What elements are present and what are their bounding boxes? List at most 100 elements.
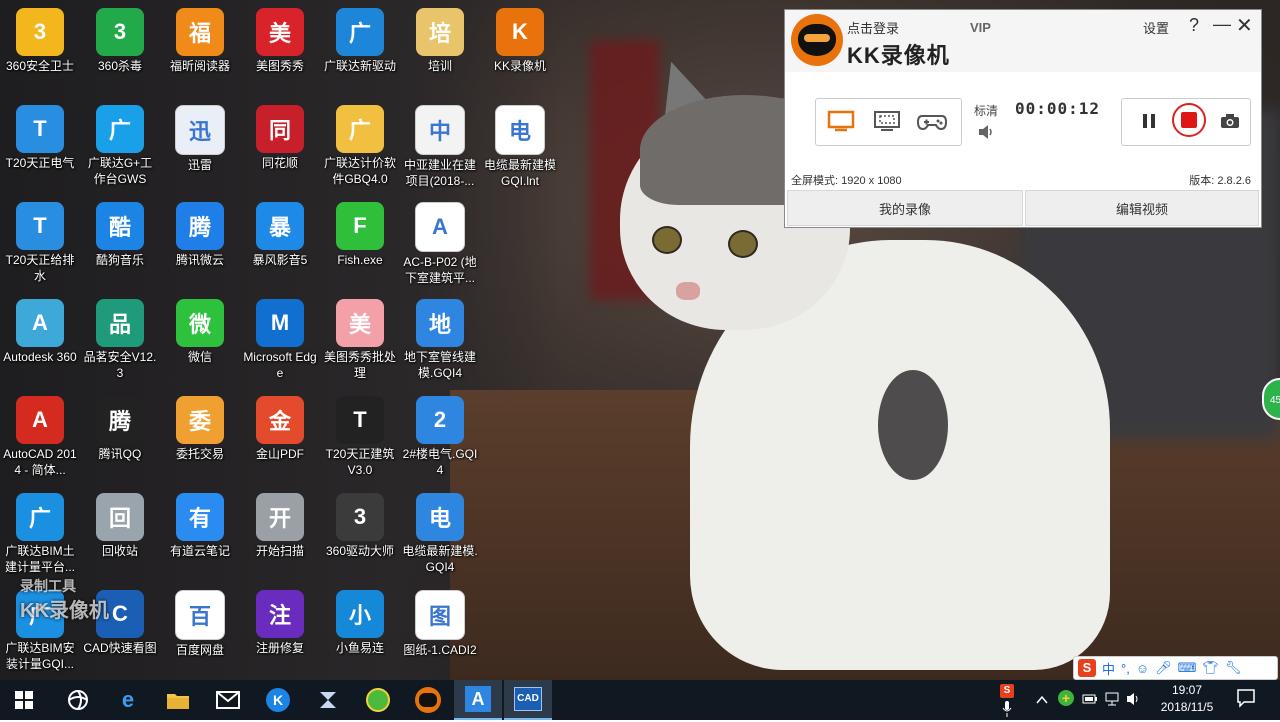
youdao-note-icon: 有 [176, 493, 224, 541]
desktop-icon[interactable]: 百百度网盘 [160, 582, 240, 658]
desktop-icon[interactable]: 中中亚建业在建项目(2018-... [400, 97, 480, 189]
stop-record-button[interactable] [1172, 103, 1206, 137]
file-explorer-icon[interactable] [154, 680, 202, 720]
desktop-icon[interactable]: 电电缆最新建模.GQI4 [400, 485, 480, 575]
desktop-icon[interactable]: T T20天正建筑V3.0 [320, 388, 400, 478]
sogou-tray-icon[interactable]: S [1000, 684, 1014, 698]
desktop-icon[interactable]: 2 2#楼电气.GQI4 [400, 388, 480, 478]
desktop-icon[interactable]: 电电缆最新建模GQI.lnt [480, 97, 560, 189]
emoji-icon[interactable]: ☺ [1136, 661, 1149, 676]
volume-icon[interactable] [977, 124, 995, 145]
desktop-icon[interactable]: 广广联达BIM土建计量平台... [0, 485, 80, 575]
game-mode-icon[interactable] [916, 109, 948, 133]
desktop-icon[interactable]: F Fish.exe [320, 194, 400, 268]
quality-selector[interactable]: 标清 [974, 102, 998, 119]
volume-tray-icon[interactable] [1126, 692, 1142, 711]
minimize-button[interactable]: — [1213, 14, 1231, 35]
360-browser-icon[interactable] [354, 680, 402, 720]
desktop-icon-label: 电缆最新建模.GQI4 [402, 544, 478, 574]
system-clock[interactable]: 19:07 2018/11/5 [1146, 682, 1228, 716]
foxit-pdf-icon: 福 [176, 8, 224, 56]
desktop-icon[interactable]: 3 360驱动大师 [320, 485, 400, 559]
desktop-icon[interactable]: 广广联达新驱动 [320, 0, 400, 74]
desktop-icon[interactable]: 3 360安全卫士 [0, 0, 80, 74]
desktop-icon[interactable]: 广广联达G+工作台GWS [80, 97, 160, 187]
desktop-icon[interactable]: 品品茗安全V12.3 [80, 291, 160, 381]
microphone-icon[interactable] [1002, 701, 1012, 722]
desktop-icon-label: 小鱼易连 [335, 641, 384, 655]
desktop-icon[interactable]: A AutoCAD 2014 - 简体... [0, 388, 80, 478]
edge-icon[interactable]: e [104, 680, 152, 720]
desktop-icon[interactable]: K KK录像机 [480, 0, 560, 74]
desktop-icon[interactable]: 委委托交易 [160, 388, 240, 462]
cat-spot [878, 370, 948, 480]
close-button[interactable]: ✕ [1236, 13, 1253, 38]
desktop-icon[interactable]: 腾腾讯QQ [80, 388, 160, 462]
desktop-icon[interactable]: 酷酷狗音乐 [80, 194, 160, 268]
desktop-icon[interactable]: 广广联达计价软件GBQ4.0 [320, 97, 400, 187]
desktop-icon[interactable]: 小小鱼易连 [320, 582, 400, 656]
login-link[interactable]: 点击登录 [847, 18, 899, 37]
desktop-icon[interactable]: 金金山PDF [240, 388, 320, 462]
tray-chevron-icon[interactable] [1036, 692, 1048, 710]
screenshot-camera-icon[interactable] [1220, 113, 1240, 134]
tools-icon[interactable]: 🔧︎ [1225, 660, 1242, 676]
notification-center-icon[interactable] [1236, 688, 1256, 713]
network-icon[interactable] [1104, 692, 1120, 711]
fullscreen-mode-icon[interactable] [826, 109, 858, 133]
desktop-icon[interactable]: 培培训 [400, 0, 480, 74]
sogou-logo-icon[interactable]: S [1078, 659, 1096, 677]
desktop-icon[interactable]: 回回收站 [80, 485, 160, 559]
desktop-icon[interactable]: 迅迅雷 [160, 97, 240, 173]
t20-arch-icon: T [336, 396, 384, 444]
vip-badge[interactable]: VIP [970, 20, 991, 35]
desktop-icon[interactable]: 图图纸-1.CADI2 [400, 582, 480, 658]
settings-button[interactable]: 设置 [1143, 18, 1169, 37]
ime-mode-toggle[interactable]: 中 [1102, 659, 1115, 678]
glodon-gbq-icon: 广 [336, 105, 384, 153]
kk-recorder-icon[interactable] [404, 680, 452, 720]
desktop-icon[interactable]: M Microsoft Edge [240, 291, 320, 381]
xunlei-icon[interactable] [304, 680, 352, 720]
desktop-icon[interactable]: 注注册修复 [240, 582, 320, 656]
skin-icon[interactable]: 👕︎ [1202, 660, 1219, 676]
desktop-icon[interactable]: 开开始扫描 [240, 485, 320, 559]
keyboard-icon[interactable]: ⌨ [1178, 660, 1197, 676]
windows-start-icon[interactable] [0, 680, 48, 720]
360-tray-icon[interactable]: + [1058, 690, 1074, 706]
battery-icon[interactable] [1082, 692, 1098, 710]
task-view-icon[interactable] [54, 680, 102, 720]
desktop-icon[interactable]: A Autodesk 360 [0, 291, 80, 365]
desktop-icon[interactable]: 同同花顺 [240, 97, 320, 171]
desktop-icon-label: 中亚建业在建项目(2018-... [403, 158, 476, 188]
desktop-icon-label: T20天正给排水 [5, 253, 75, 283]
desktop-icon[interactable]: 美美图秀秀 [240, 0, 320, 74]
help-button[interactable]: ? [1189, 15, 1199, 36]
desktop-icon-label: 暴风影音5 [252, 253, 308, 267]
desktop-icon[interactable]: 有有道云笔记 [160, 485, 240, 559]
desktop-icon[interactable]: 福福昕阅读器 [160, 0, 240, 74]
ime-toolbar[interactable]: S 中 °, ☺ 🎤︎ ⌨ 👕︎ 🔧︎ [1073, 656, 1278, 680]
desktop-icon-label: KK录像机 [493, 59, 546, 73]
cad-viewer-icon[interactable]: CAD [504, 680, 552, 720]
desktop-icon[interactable]: 腾腾讯微云 [160, 194, 240, 268]
desktop-icon[interactable]: T T20天正给排水 [0, 194, 80, 284]
baidu-pan-icon: 百 [175, 590, 225, 640]
punctuation-icon[interactable]: °, [1121, 661, 1130, 676]
desktop-icon[interactable]: 微微信 [160, 291, 240, 365]
kugou-icon[interactable]: K [254, 680, 302, 720]
mail-icon[interactable] [204, 680, 252, 720]
pause-icon[interactable] [1142, 113, 1156, 134]
desktop-icon[interactable]: T T20天正电气 [0, 97, 80, 171]
desktop-icon[interactable]: A AC-B-P02 (地下室建筑平... [400, 194, 480, 286]
desktop-icon[interactable]: 暴暴风影音5 [240, 194, 320, 268]
glodon-gqi-icon[interactable]: A [454, 680, 502, 720]
voice-input-icon[interactable]: 🎤︎ [1155, 660, 1172, 676]
edit-video-button[interactable]: 编辑视频 [1025, 190, 1259, 226]
desktop-icon[interactable]: 地地下室管线建模.GQI4 [400, 291, 480, 381]
kk-recorder-window[interactable]: 点击登录 VIP KK录像机 设置 ? — ✕ 标清 00:00:12 全屏模式… [784, 9, 1262, 228]
my-recordings-button[interactable]: 我的录像 [787, 190, 1023, 226]
desktop-icon[interactable]: 美美图秀秀批处理 [320, 291, 400, 381]
region-mode-icon[interactable] [872, 109, 904, 133]
desktop-icon[interactable]: 3 360杀毒 [80, 0, 160, 74]
